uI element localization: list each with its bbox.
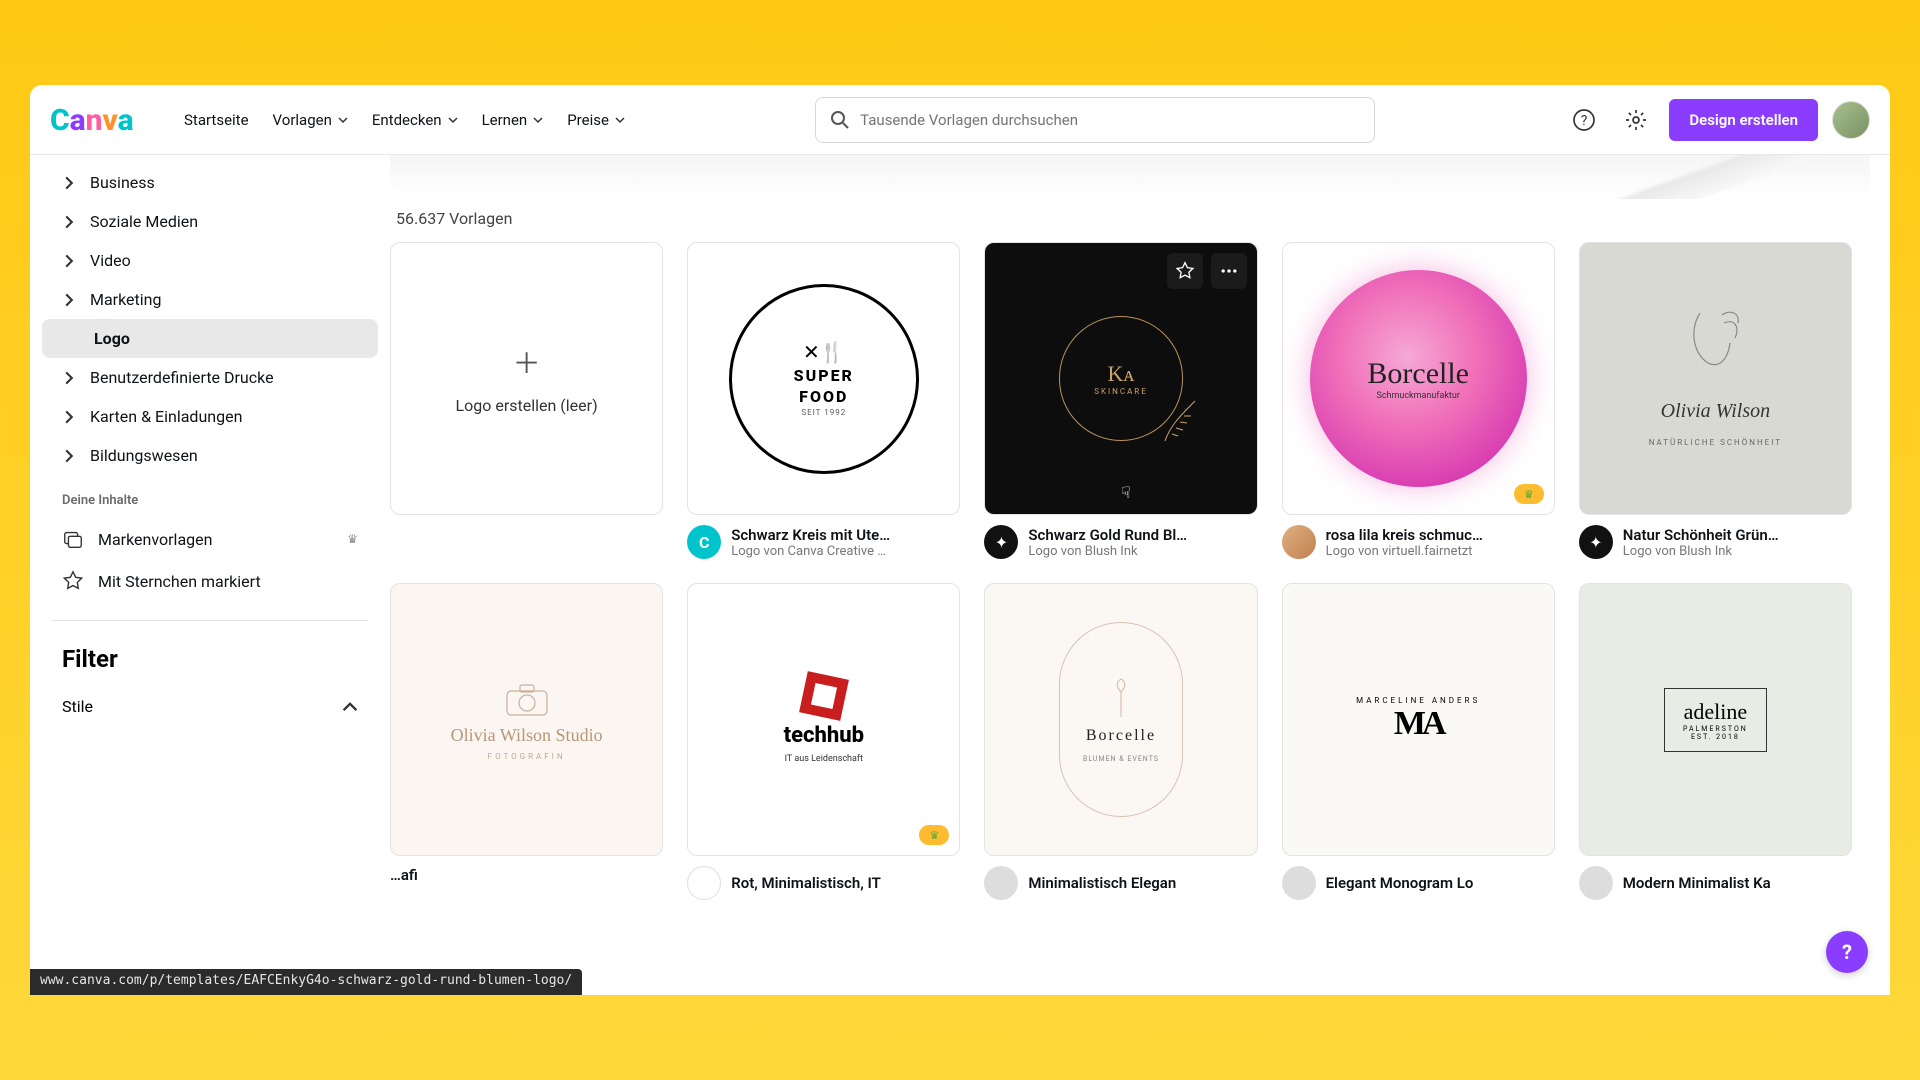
chevron-right-icon <box>62 254 76 268</box>
chevron-right-icon <box>62 215 76 229</box>
create-blank-logo[interactable]: ＋ Logo erstellen (leer) <box>390 242 663 515</box>
template-thumb[interactable]: MARCELINE ANDERSMA <box>1282 583 1555 856</box>
template-thumb[interactable]: adelinePALMERSTONEST. 2018 <box>1579 583 1852 856</box>
chevron-right-icon <box>62 293 76 307</box>
author-avatar[interactable] <box>1282 525 1316 559</box>
chevron-right-icon <box>62 410 76 424</box>
template-thumb[interactable]: Olivia WilsonNATÜRLICHE SCHÖNHEIT <box>1579 242 1852 515</box>
template-title[interactable]: Schwarz Kreis mit Ute… <box>731 526 890 544</box>
filter-style[interactable]: Stile <box>42 689 378 724</box>
template-title[interactable]: …afi <box>390 866 418 884</box>
sidebar-item-education[interactable]: Bildungswesen <box>42 436 378 475</box>
nav-home[interactable]: Startseite <box>184 111 249 129</box>
gear-icon[interactable] <box>1617 101 1655 139</box>
chevron-right-icon <box>62 176 76 190</box>
chevron-right-icon <box>62 371 76 385</box>
author-avatar[interactable] <box>687 866 721 900</box>
your-content-label: Deine Inhalte <box>42 475 378 518</box>
template-thumb[interactable]: BorcelleSchmuckmanufaktur ♛ <box>1282 242 1555 515</box>
author-avatar[interactable] <box>1282 866 1316 900</box>
template-thumb[interactable]: techhubIT aus Leidenschaft ♛ <box>687 583 960 856</box>
template-title[interactable]: Rot, Minimalistisch, IT <box>731 874 881 892</box>
sidebar-item-business[interactable]: Business <box>42 163 378 202</box>
plus-icon: ＋ <box>513 342 541 382</box>
more-button[interactable] <box>1211 253 1247 289</box>
template-count: 56.637 Vorlagen <box>396 209 1870 228</box>
template-thumb[interactable]: ✕🍴SUPERFOODSEIT 1992 <box>687 242 960 515</box>
template-title[interactable]: rosa lila kreis schmuc… <box>1326 526 1483 544</box>
flower-icon <box>1106 677 1136 717</box>
template-subtitle: Logo von Canva Creative … <box>731 544 890 559</box>
sidebar-item-custom[interactable]: Benutzerdefinierte Drucke <box>42 358 378 397</box>
author-avatar[interactable]: ✦ <box>1579 525 1613 559</box>
sidebar-item-cards[interactable]: Karten & Einladungen <box>42 397 378 436</box>
cursor-icon: ☟ <box>1121 483 1131 502</box>
template-thumb[interactable]: KᴀSKINCARE ☟ <box>984 242 1257 515</box>
crown-icon: ♛ <box>347 532 358 546</box>
sidebar-item-marketing[interactable]: Marketing <box>42 280 378 319</box>
nav-templates[interactable]: Vorlagen <box>273 111 348 129</box>
template-title[interactable]: Modern Minimalist Ka <box>1623 874 1771 892</box>
chevron-up-icon <box>342 699 358 715</box>
author-avatar[interactable]: C <box>687 525 721 559</box>
template-title[interactable]: Minimalistisch Elegan <box>1028 874 1176 892</box>
nav-prices[interactable]: Preise <box>567 111 625 129</box>
help-fab[interactable]: ? <box>1826 931 1868 973</box>
template-title[interactable]: Elegant Monogram Lo <box>1326 874 1474 892</box>
svg-text:?: ? <box>1581 113 1588 129</box>
folder-icon <box>62 528 84 550</box>
create-design-button[interactable]: Design erstellen <box>1669 99 1818 141</box>
camera-icon <box>502 679 552 719</box>
chevron-down-icon <box>533 115 543 125</box>
template-subtitle: Logo von Blush Ink <box>1028 544 1187 559</box>
sidebar-item-brand-templates[interactable]: Markenvorlagen ♛ <box>42 518 378 560</box>
leaf-icon <box>1160 396 1200 446</box>
template-thumb[interactable]: Olivia Wilson StudioFOTOGRAFIN <box>390 583 663 856</box>
blank-label: Logo erstellen (leer) <box>456 396 598 415</box>
sidebar-item-logo[interactable]: Logo <box>42 319 378 358</box>
author-avatar[interactable] <box>1579 866 1613 900</box>
search-icon <box>830 110 850 130</box>
search-input[interactable] <box>860 111 1360 129</box>
main-content: 56.637 Vorlagen ＋ Logo erstellen (leer) … <box>390 155 1890 995</box>
banner-bottom <box>390 155 1870 199</box>
app-header: Canva Startseite Vorlagen Entdecken Lern… <box>30 85 1890 155</box>
template-thumb[interactable]: BorcelleBLUMEN & EVENTS <box>984 583 1257 856</box>
author-avatar[interactable] <box>984 866 1018 900</box>
sidebar-item-social[interactable]: Soziale Medien <box>42 202 378 241</box>
template-title[interactable]: Natur Schönheit Grün… <box>1623 526 1779 544</box>
author-avatar[interactable]: ✦ <box>984 525 1018 559</box>
help-icon[interactable]: ? <box>1565 101 1603 139</box>
user-avatar[interactable] <box>1832 101 1870 139</box>
nav-discover[interactable]: Entdecken <box>372 111 458 129</box>
sidebar-item-starred[interactable]: Mit Sternchen markiert <box>42 560 378 602</box>
canva-logo[interactable]: Canva <box>50 102 160 138</box>
filter-heading: Filter <box>42 639 378 689</box>
premium-badge-icon: ♛ <box>1514 484 1544 504</box>
chevron-down-icon <box>448 115 458 125</box>
template-subtitle: Logo von virtuell.fairnetzt <box>1326 544 1483 559</box>
chevron-right-icon <box>62 449 76 463</box>
svg-text:Canva: Canva <box>50 103 134 138</box>
search-box[interactable] <box>815 97 1375 143</box>
sidebar: Business Soziale Medien Video Marketing … <box>30 155 390 995</box>
face-line-icon <box>1680 303 1750 383</box>
star-button[interactable] <box>1167 253 1203 289</box>
premium-badge-icon: ♛ <box>919 825 949 845</box>
chevron-down-icon <box>338 115 348 125</box>
sidebar-item-video[interactable]: Video <box>42 241 378 280</box>
star-icon <box>62 570 84 592</box>
template-subtitle: Logo von Blush Ink <box>1623 544 1779 559</box>
status-bar-url: www.canva.com/p/templates/EAFCEnkyG4o-sc… <box>30 969 582 995</box>
template-title[interactable]: Schwarz Gold Rund Bl… <box>1028 526 1187 544</box>
nav-learn[interactable]: Lernen <box>482 111 544 129</box>
chevron-down-icon <box>615 115 625 125</box>
